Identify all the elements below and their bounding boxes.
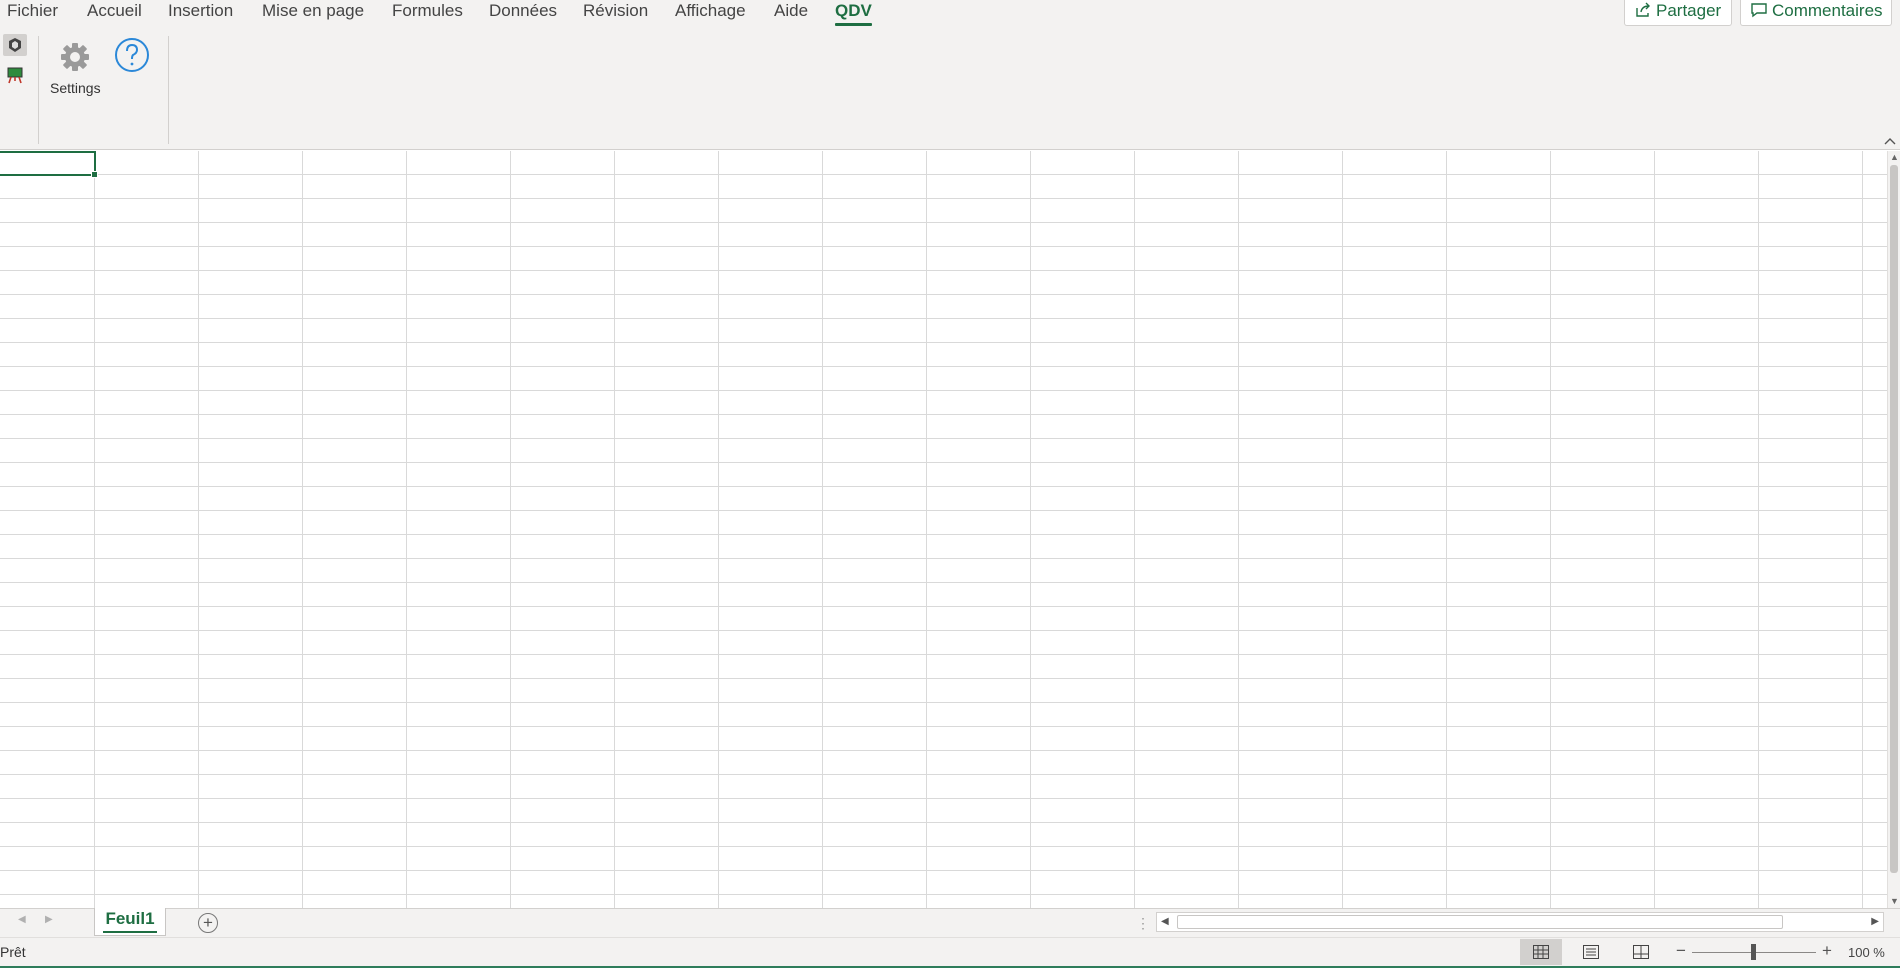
ribbon-separator: [38, 36, 39, 144]
tab-insertion[interactable]: Insertion: [168, 0, 233, 28]
tab-fichier[interactable]: Fichier: [7, 0, 58, 28]
tab-aide[interactable]: Aide: [774, 0, 808, 28]
ribbon-separator: [168, 36, 169, 144]
cube-icon: [9, 38, 21, 52]
status-bar: Prêt − + 100 %: [0, 937, 1900, 966]
scroll-down-icon[interactable]: ▼: [1890, 897, 1899, 906]
sheet-tab-feuil1[interactable]: Feuil1: [94, 908, 166, 936]
tab-formules[interactable]: Formules: [392, 0, 463, 28]
vertical-scroll-thumb[interactable]: [1890, 165, 1898, 873]
next-sheet-icon[interactable]: ▶: [45, 914, 53, 925]
background-window-strip: [0, 966, 1900, 974]
page-layout-icon: [1583, 945, 1599, 959]
tab-revision[interactable]: Révision: [583, 0, 648, 28]
tab-mise-en-page[interactable]: Mise en page: [262, 0, 364, 28]
zoom-in-button[interactable]: +: [1822, 941, 1832, 961]
zoom-level[interactable]: 100 %: [1848, 945, 1885, 960]
horizontal-scrollbar[interactable]: ◀ ▶: [1156, 912, 1884, 932]
comment-icon: [1751, 3, 1767, 18]
status-ready: Prêt: [0, 944, 26, 960]
prev-sheet-icon[interactable]: ◀: [18, 914, 26, 925]
menu-bar: Fichier Accueil Insertion Mise en page F…: [0, 0, 1900, 30]
cube-button[interactable]: [3, 34, 27, 56]
comments-label: Commentaires: [1772, 1, 1883, 20]
tab-accueil[interactable]: Accueil: [87, 0, 142, 28]
add-sheet-icon[interactable]: +: [198, 913, 218, 933]
horizontal-scroll-thumb[interactable]: [1177, 915, 1783, 929]
view-page-layout-button[interactable]: [1570, 939, 1612, 965]
easel-button[interactable]: [6, 66, 24, 84]
cell-grid[interactable]: [0, 151, 1887, 908]
sheet-tab-bar: ◀ ▶ Feuil1 + ⋮ ◀ ▶: [0, 908, 1900, 937]
tab-donnees[interactable]: Données: [489, 0, 557, 28]
comments-button[interactable]: Commentaires: [1740, 0, 1892, 26]
active-cell[interactable]: [0, 151, 98, 178]
share-button[interactable]: Partager: [1624, 0, 1732, 26]
grid-view-icon: [1533, 945, 1549, 959]
view-page-break-button[interactable]: [1620, 939, 1662, 965]
share-label: Partager: [1656, 1, 1722, 20]
help-button[interactable]: [114, 37, 150, 73]
zoom-out-button[interactable]: −: [1676, 941, 1686, 961]
tab-splitter-icon[interactable]: ⋮: [1136, 915, 1150, 932]
scroll-up-icon[interactable]: ▲: [1890, 153, 1899, 162]
vertical-scrollbar[interactable]: ▲ ▼: [1887, 151, 1900, 908]
view-normal-button[interactable]: [1520, 939, 1562, 965]
settings-label: Settings: [50, 80, 101, 96]
collapse-ribbon-icon[interactable]: [1882, 135, 1898, 147]
scroll-right-icon[interactable]: ▶: [1871, 916, 1879, 927]
help-icon: [115, 38, 149, 72]
ribbon: Settings: [0, 30, 1900, 150]
easel-icon: [7, 67, 23, 84]
scroll-left-icon[interactable]: ◀: [1161, 916, 1169, 927]
tab-affichage[interactable]: Affichage: [675, 0, 746, 28]
share-icon: [1636, 2, 1650, 17]
tab-qdv[interactable]: QDV: [835, 0, 872, 28]
gear-icon: [61, 43, 89, 71]
page-break-icon: [1633, 945, 1649, 959]
settings-button[interactable]: [58, 40, 92, 74]
zoom-slider-thumb[interactable]: [1751, 944, 1756, 960]
